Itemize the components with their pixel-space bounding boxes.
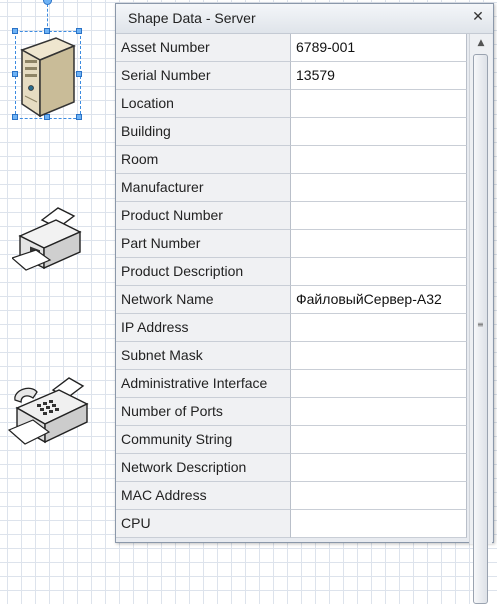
field-label: Community String: [116, 426, 291, 454]
field-label: Number of Ports: [116, 398, 291, 426]
field-label: Location: [116, 90, 291, 118]
field-label: Product Number: [116, 202, 291, 230]
table-row: IP Address: [116, 314, 467, 342]
field-value[interactable]: [291, 510, 467, 538]
rotation-guide: [47, 4, 48, 31]
field-value[interactable]: [291, 342, 467, 370]
field-label: CPU: [116, 510, 291, 538]
field-value[interactable]: 13579: [291, 62, 467, 90]
field-value[interactable]: [291, 146, 467, 174]
field-label: Product Description: [116, 258, 291, 286]
table-row: Subnet Mask: [116, 342, 467, 370]
server-icon[interactable]: [16, 30, 80, 118]
field-value[interactable]: [291, 174, 467, 202]
field-value[interactable]: [291, 398, 467, 426]
field-value[interactable]: [291, 370, 467, 398]
table-row: Asset Number 6789-001: [116, 34, 467, 62]
scroll-up-arrow-icon[interactable]: ▲: [470, 34, 492, 52]
field-label: Network Description: [116, 454, 291, 482]
vertical-scrollbar[interactable]: ▲ ≡: [469, 34, 492, 604]
table-row: Number of Ports: [116, 398, 467, 426]
field-label: Asset Number: [116, 34, 291, 62]
field-label: MAC Address: [116, 482, 291, 510]
title-bar[interactable]: Shape Data - Server ✕: [116, 4, 493, 34]
printer-icon[interactable]: [12, 206, 84, 272]
close-icon[interactable]: ✕: [470, 9, 486, 25]
field-label: Manufacturer: [116, 174, 291, 202]
shape-data-window: Shape Data - Server ✕ Asset Number 6789-0…: [115, 3, 494, 604]
field-label: Subnet Mask: [116, 342, 291, 370]
field-value[interactable]: [291, 118, 467, 146]
field-value[interactable]: [291, 426, 467, 454]
field-label: Room: [116, 146, 291, 174]
scroll-thumb[interactable]: ≡: [473, 54, 488, 604]
table-row: Administrative Interface: [116, 370, 467, 398]
table-row: Product Number: [116, 202, 467, 230]
field-value[interactable]: [291, 90, 467, 118]
table-row: Serial Number 13579: [116, 62, 467, 90]
table-row: Room: [116, 146, 467, 174]
table-row: CPU: [116, 510, 467, 538]
table-row: Network Description: [116, 454, 467, 482]
table-row: Building: [116, 118, 467, 146]
table-row: Network Name ФайловыйСервер-А32: [116, 286, 467, 314]
scroll-grip-icon: ≡: [477, 320, 484, 329]
field-label: Part Number: [116, 230, 291, 258]
field-value[interactable]: [291, 202, 467, 230]
field-label: Building: [116, 118, 291, 146]
window-title: Shape Data - Server: [128, 10, 256, 26]
table-row: Community String: [116, 426, 467, 454]
rotation-handle[interactable]: [43, 0, 52, 5]
field-value[interactable]: [291, 258, 467, 286]
table-row: Part Number: [116, 230, 467, 258]
field-value[interactable]: 6789-001: [291, 34, 467, 62]
field-label: Network Name: [116, 286, 291, 314]
fax-icon[interactable]: [7, 374, 91, 448]
shape-data-grid: Asset Number 6789-001 Serial Number 13579 Lo…: [116, 34, 467, 538]
field-label: Serial Number: [116, 62, 291, 90]
field-value[interactable]: [291, 314, 467, 342]
field-value[interactable]: ФайловыйСервер-А32: [291, 286, 467, 314]
table-row: Product Description: [116, 258, 467, 286]
drawing-canvas[interactable]: [0, 0, 115, 536]
table-row: MAC Address: [116, 482, 467, 510]
field-label: Administrative Interface: [116, 370, 291, 398]
table-row: Location: [116, 90, 467, 118]
field-value[interactable]: [291, 482, 467, 510]
field-value[interactable]: [291, 230, 467, 258]
table-row: Manufacturer: [116, 174, 467, 202]
field-label: IP Address: [116, 314, 291, 342]
field-value[interactable]: [291, 454, 467, 482]
